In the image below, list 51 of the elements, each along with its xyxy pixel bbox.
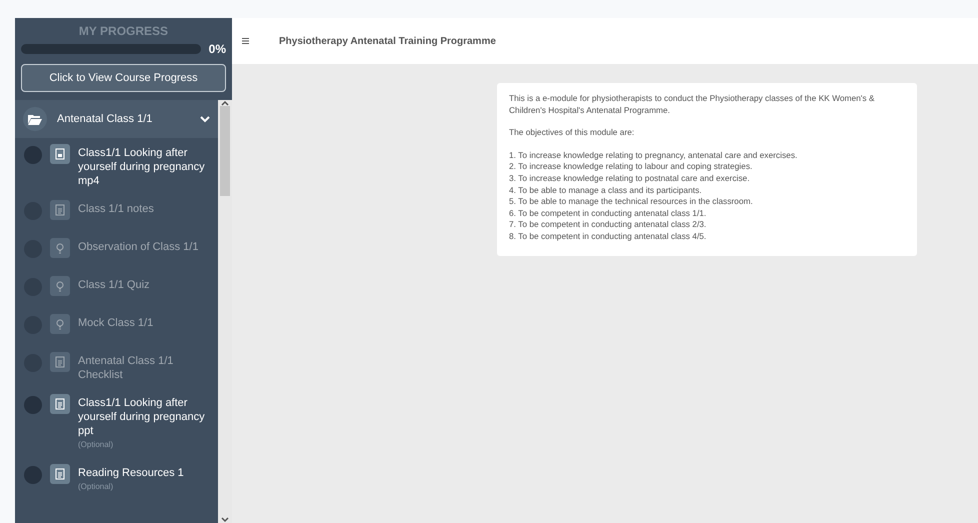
lesson-title: Class 1/1 notes — [78, 202, 154, 216]
document-icon — [54, 468, 66, 480]
objective-item: 7. To be competent in conducting antenatal class 2/3. — [509, 219, 708, 231]
optional-note: (Optional) — [78, 481, 114, 493]
lesson-item[interactable]: Observation of Class 1/1 — [15, 232, 218, 270]
lesson-title: Class 1/1 Quiz — [78, 278, 150, 292]
status-dot — [24, 396, 42, 414]
progress-title: MY PROGRESS — [78, 24, 170, 38]
folder-icon — [23, 107, 47, 131]
lightbulb-icon — [54, 242, 66, 254]
scrollbar[interactable] — [218, 100, 232, 523]
course-progress-button[interactable]: Click to View Course Progress — [21, 64, 226, 92]
section-header[interactable]: Antenatal Class 1/1 — [15, 100, 218, 138]
progress-percent: 0% — [208, 42, 226, 56]
scroll-up-icon[interactable] — [221, 100, 229, 106]
lesson-title: Class1/1 Looking after yourself during pregnancy mp4 — [78, 146, 206, 188]
lesson-item[interactable]: Mock Class 1/1 — [15, 308, 218, 346]
lesson-item[interactable]: Class1/1 Looking after yourself during pregnancy mp4 — [15, 138, 218, 194]
scroll-thumb[interactable] — [220, 106, 230, 196]
lesson-title: Observation of Class 1/1 — [78, 240, 198, 254]
lesson-item[interactable]: Reading Resources 1 (Optional) — [15, 458, 218, 500]
document-icon — [54, 398, 66, 410]
optional-note: (Optional) — [78, 439, 114, 451]
lesson-item[interactable]: Class1/1 Looking after yourself during pregnancy ppt (Optional) — [15, 388, 218, 458]
video-file-icon — [54, 148, 66, 160]
section-title: Antenatal Class 1/1 — [57, 113, 154, 125]
objective-item: 8. To be competent in conducting antenatal class 4/5. — [509, 230, 708, 243]
lesson-title: Reading Resources 1 — [78, 466, 184, 480]
lesson-title: Antenatal Class 1/1 Checklist — [78, 354, 174, 382]
document-icon — [54, 356, 66, 368]
status-dot — [24, 466, 42, 484]
page-title: Physiotherapy Antenatal Training Programme — [279, 36, 496, 46]
lesson-item[interactable]: Class 1/1 Quiz — [15, 270, 218, 308]
document-icon — [54, 204, 66, 216]
lesson-item[interactable]: Antenatal Class 1/1 Checklist — [15, 346, 218, 388]
objective-item: 4. To be able to manage a class and its participants. — [509, 184, 703, 196]
intro-text: This is a e-module for physiotherapists to conduct the Physiotherapy classes of the KK Women's & Children's Hospital's Antenatal Programme. — [509, 93, 876, 116]
objective-item: 2. To increase knowledge relating to labour and coping strategies. — [509, 161, 754, 173]
menu-icon[interactable] — [242, 38, 249, 44]
lesson-title: Class1/1 Looking after yourself during pregnancy ppt — [78, 396, 206, 438]
lesson-item[interactable]: Class 1/1 notes — [15, 194, 218, 232]
objective-item: 5. To be able to manage the technical resources in the classroom. — [509, 196, 754, 208]
status-dot — [24, 146, 42, 164]
objective-item: 1. To increase knowledge relating to pregnancy, antenatal care and exercises. — [509, 150, 798, 162]
lesson-title: Mock Class 1/1 — [78, 316, 154, 330]
objective-item: 3. To increase knowledge relating to postnatal care and exercise. — [509, 172, 751, 185]
lightbulb-icon — [54, 280, 66, 292]
lightbulb-icon — [54, 318, 66, 330]
scroll-down-icon[interactable] — [221, 517, 229, 523]
objective-item: 6. To be competent in conducting antenatal class 1/1. — [509, 208, 708, 220]
objectives-heading: The objectives of this module are: — [509, 127, 636, 139]
